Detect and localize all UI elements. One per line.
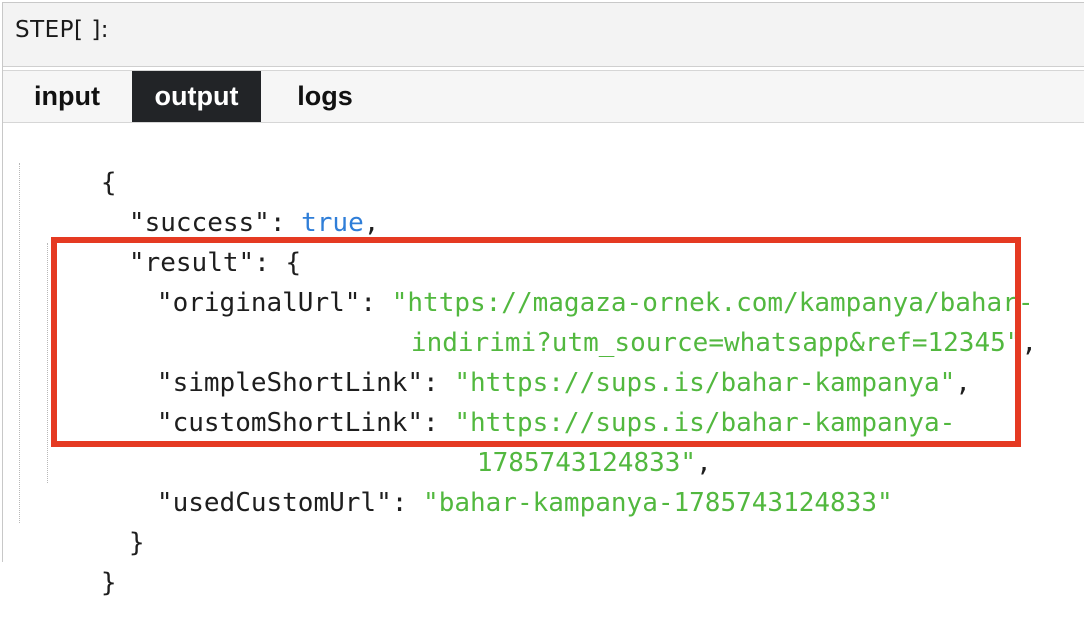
json-key-usedcustomurl: "usedCustomUrl" [156, 488, 392, 518]
tab-bar: input output logs [3, 70, 1084, 123]
step-panel: STEP[ ]: input output logs { "success": … [2, 2, 1084, 598]
json-comma: , [363, 208, 380, 238]
tab-logs[interactable]: logs [275, 71, 375, 122]
json-value-usedcustomurl: "bahar-kampanya-1785743124833" [423, 488, 893, 518]
json-comma: , [1021, 328, 1038, 358]
json-line-customshortlink: "customShortLink": "https://sups.is/baha… [63, 363, 955, 438]
json-line-result-close: } [35, 483, 145, 558]
tab-output[interactable]: output [132, 71, 261, 122]
json-result-close-brace: } [128, 528, 145, 558]
json-line-originalurl: "originalUrl": "https://magaza-ornek.com… [63, 243, 1034, 318]
json-colon: : [391, 488, 424, 518]
step-title: STEP[ ]: [15, 17, 110, 43]
step-header: STEP[ ]: [3, 3, 1084, 67]
json-line-customshortlink-wrap: 1785743124833", [383, 403, 712, 478]
json-line-success: "success": true, [35, 163, 379, 238]
json-close-brace: } [100, 568, 117, 598]
json-line-open: { [7, 123, 117, 198]
json-line-simpleshortlink: "simpleShortLink": "https://sups.is/baha… [63, 323, 971, 398]
json-line-usedcustomurl: "usedCustomUrl": "bahar-kampanya-1785743… [63, 443, 893, 518]
json-line-originalurl-wrap: indirimi?utm_source=whatsapp&ref=12345", [317, 283, 1037, 358]
tab-input[interactable]: input [11, 71, 123, 122]
json-comma: , [955, 368, 971, 398]
json-line-close: } [7, 523, 117, 598]
json-value-success: true [301, 208, 364, 238]
json-output-viewer: { "success": true, "result": { "original… [3, 123, 1084, 598]
json-line-result: "result": { [35, 203, 301, 278]
